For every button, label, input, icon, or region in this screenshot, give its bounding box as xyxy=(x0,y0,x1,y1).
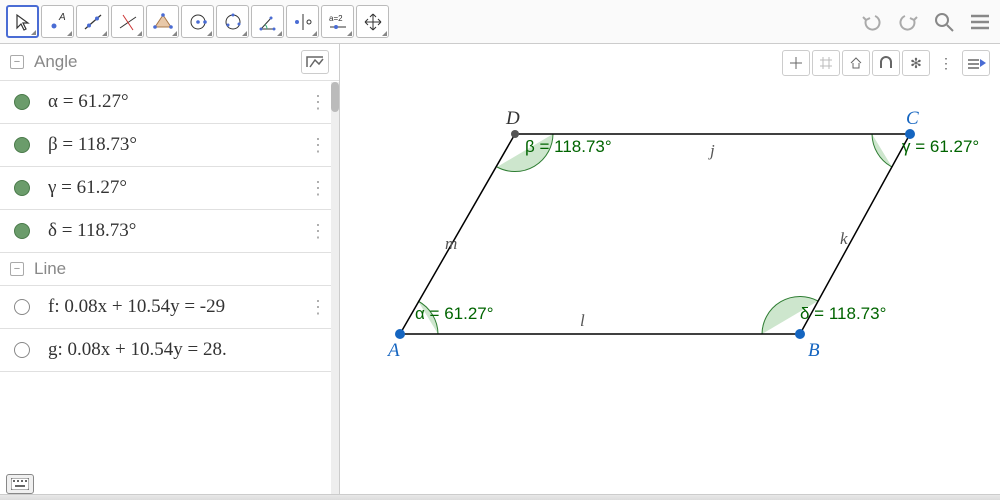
section-label: Line xyxy=(34,259,66,279)
label-c: C xyxy=(906,108,919,129)
bottom-bar xyxy=(0,494,1000,500)
virtual-keyboard-button[interactable] xyxy=(6,474,34,494)
point-d[interactable] xyxy=(511,130,519,138)
algebra-item-alpha[interactable]: α = 61.27° ⋮ xyxy=(0,81,339,124)
graphics-toolbar: ✻ ⋮ xyxy=(782,50,990,76)
visibility-toggle[interactable] xyxy=(14,342,30,358)
algebra-item-gamma[interactable]: γ = 61.27° ⋮ xyxy=(0,167,339,210)
redo-button[interactable] xyxy=(894,8,922,36)
snap-button[interactable] xyxy=(872,50,900,76)
algebra-section-angle[interactable]: − Angle xyxy=(0,44,339,81)
graphics-view[interactable]: ✻ ⋮ A B C D j k xyxy=(340,44,1000,500)
algebra-scrollbar[interactable] xyxy=(331,82,339,500)
algebra-item-beta[interactable]: β = 118.73° ⋮ xyxy=(0,124,339,167)
algebra-value: α = 61.27° xyxy=(48,91,325,113)
home-button[interactable] xyxy=(842,50,870,76)
graphics-canvas[interactable]: A B C D j k l m α = 61.27° β = 118.73° γ… xyxy=(340,44,1000,500)
algebra-section-line[interactable]: − Line xyxy=(0,253,339,286)
tool-polygon[interactable] xyxy=(146,5,179,38)
tool-line[interactable] xyxy=(76,5,109,38)
algebra-value: γ = 61.27° xyxy=(48,177,325,199)
visibility-toggle[interactable] xyxy=(14,94,30,110)
label-m: m xyxy=(445,234,457,253)
algebra-item-delta[interactable]: δ = 118.73° ⋮ xyxy=(0,210,339,253)
item-menu-icon[interactable]: ⋮ xyxy=(309,297,327,318)
main-toolbar: A a=2 xyxy=(0,0,1000,44)
style-bar-button[interactable] xyxy=(962,50,990,76)
collapse-icon[interactable]: − xyxy=(10,55,24,69)
label-l: l xyxy=(580,311,585,330)
svg-text:A: A xyxy=(58,12,66,23)
toolbar-right xyxy=(858,8,994,36)
tool-angle[interactable] xyxy=(251,5,284,38)
angle-gamma-label: γ = 61.27° xyxy=(902,137,979,156)
algebra-item-g[interactable]: g: 0.08x + 10.54y = 28. xyxy=(0,329,339,372)
tool-reflect[interactable] xyxy=(286,5,319,38)
label-d: D xyxy=(505,108,520,129)
visibility-toggle[interactable] xyxy=(14,223,30,239)
tool-point[interactable]: A xyxy=(41,5,74,38)
item-menu-icon[interactable]: ⋮ xyxy=(309,92,327,113)
more-button[interactable]: ⋮ xyxy=(932,50,960,76)
tool-circle[interactable] xyxy=(181,5,214,38)
algebra-value: f: 0.08x + 10.54y = -29 xyxy=(48,296,325,318)
tool-slider[interactable]: a=2 xyxy=(321,5,354,38)
algebra-item-f[interactable]: f: 0.08x + 10.54y = -29 ⋮ xyxy=(0,286,339,329)
label-b: B xyxy=(808,340,820,361)
section-label: Angle xyxy=(34,52,77,72)
algebra-view-menu[interactable] xyxy=(301,50,329,74)
visibility-toggle[interactable] xyxy=(14,299,30,315)
label-a: A xyxy=(386,340,400,361)
algebra-value: g: 0.08x + 10.54y = 28. xyxy=(48,339,325,361)
visibility-toggle[interactable] xyxy=(14,180,30,196)
visibility-toggle[interactable] xyxy=(14,137,30,153)
algebra-view: − Angle α = 61.27° ⋮ β = 118.73° ⋮ γ = 6… xyxy=(0,44,340,500)
angle-alpha-label: α = 61.27° xyxy=(415,304,494,323)
menu-button[interactable] xyxy=(966,8,994,36)
angle-beta-label: β = 118.73° xyxy=(525,137,612,156)
axes-toggle[interactable] xyxy=(782,50,810,76)
label-j: j xyxy=(708,141,715,160)
angle-delta-label: δ = 118.73° xyxy=(800,304,886,323)
point-a[interactable] xyxy=(395,329,405,339)
item-menu-icon[interactable]: ⋮ xyxy=(309,135,327,156)
undo-button[interactable] xyxy=(858,8,886,36)
grid-toggle[interactable] xyxy=(812,50,840,76)
item-menu-icon[interactable]: ⋮ xyxy=(309,178,327,199)
settings-button[interactable]: ✻ xyxy=(902,50,930,76)
label-k: k xyxy=(840,229,848,248)
point-b[interactable] xyxy=(795,329,805,339)
tool-move-view[interactable] xyxy=(356,5,389,38)
item-menu-icon[interactable]: ⋮ xyxy=(309,221,327,242)
angle-gamma-arc xyxy=(872,134,892,167)
algebra-value: δ = 118.73° xyxy=(48,220,325,242)
algebra-value: β = 118.73° xyxy=(48,134,325,156)
search-button[interactable] xyxy=(930,8,958,36)
tool-ellipse[interactable] xyxy=(216,5,249,38)
tool-move[interactable] xyxy=(6,5,39,38)
svg-text:a=2: a=2 xyxy=(329,14,343,23)
tool-perpendicular[interactable] xyxy=(111,5,144,38)
collapse-icon[interactable]: − xyxy=(10,262,24,276)
